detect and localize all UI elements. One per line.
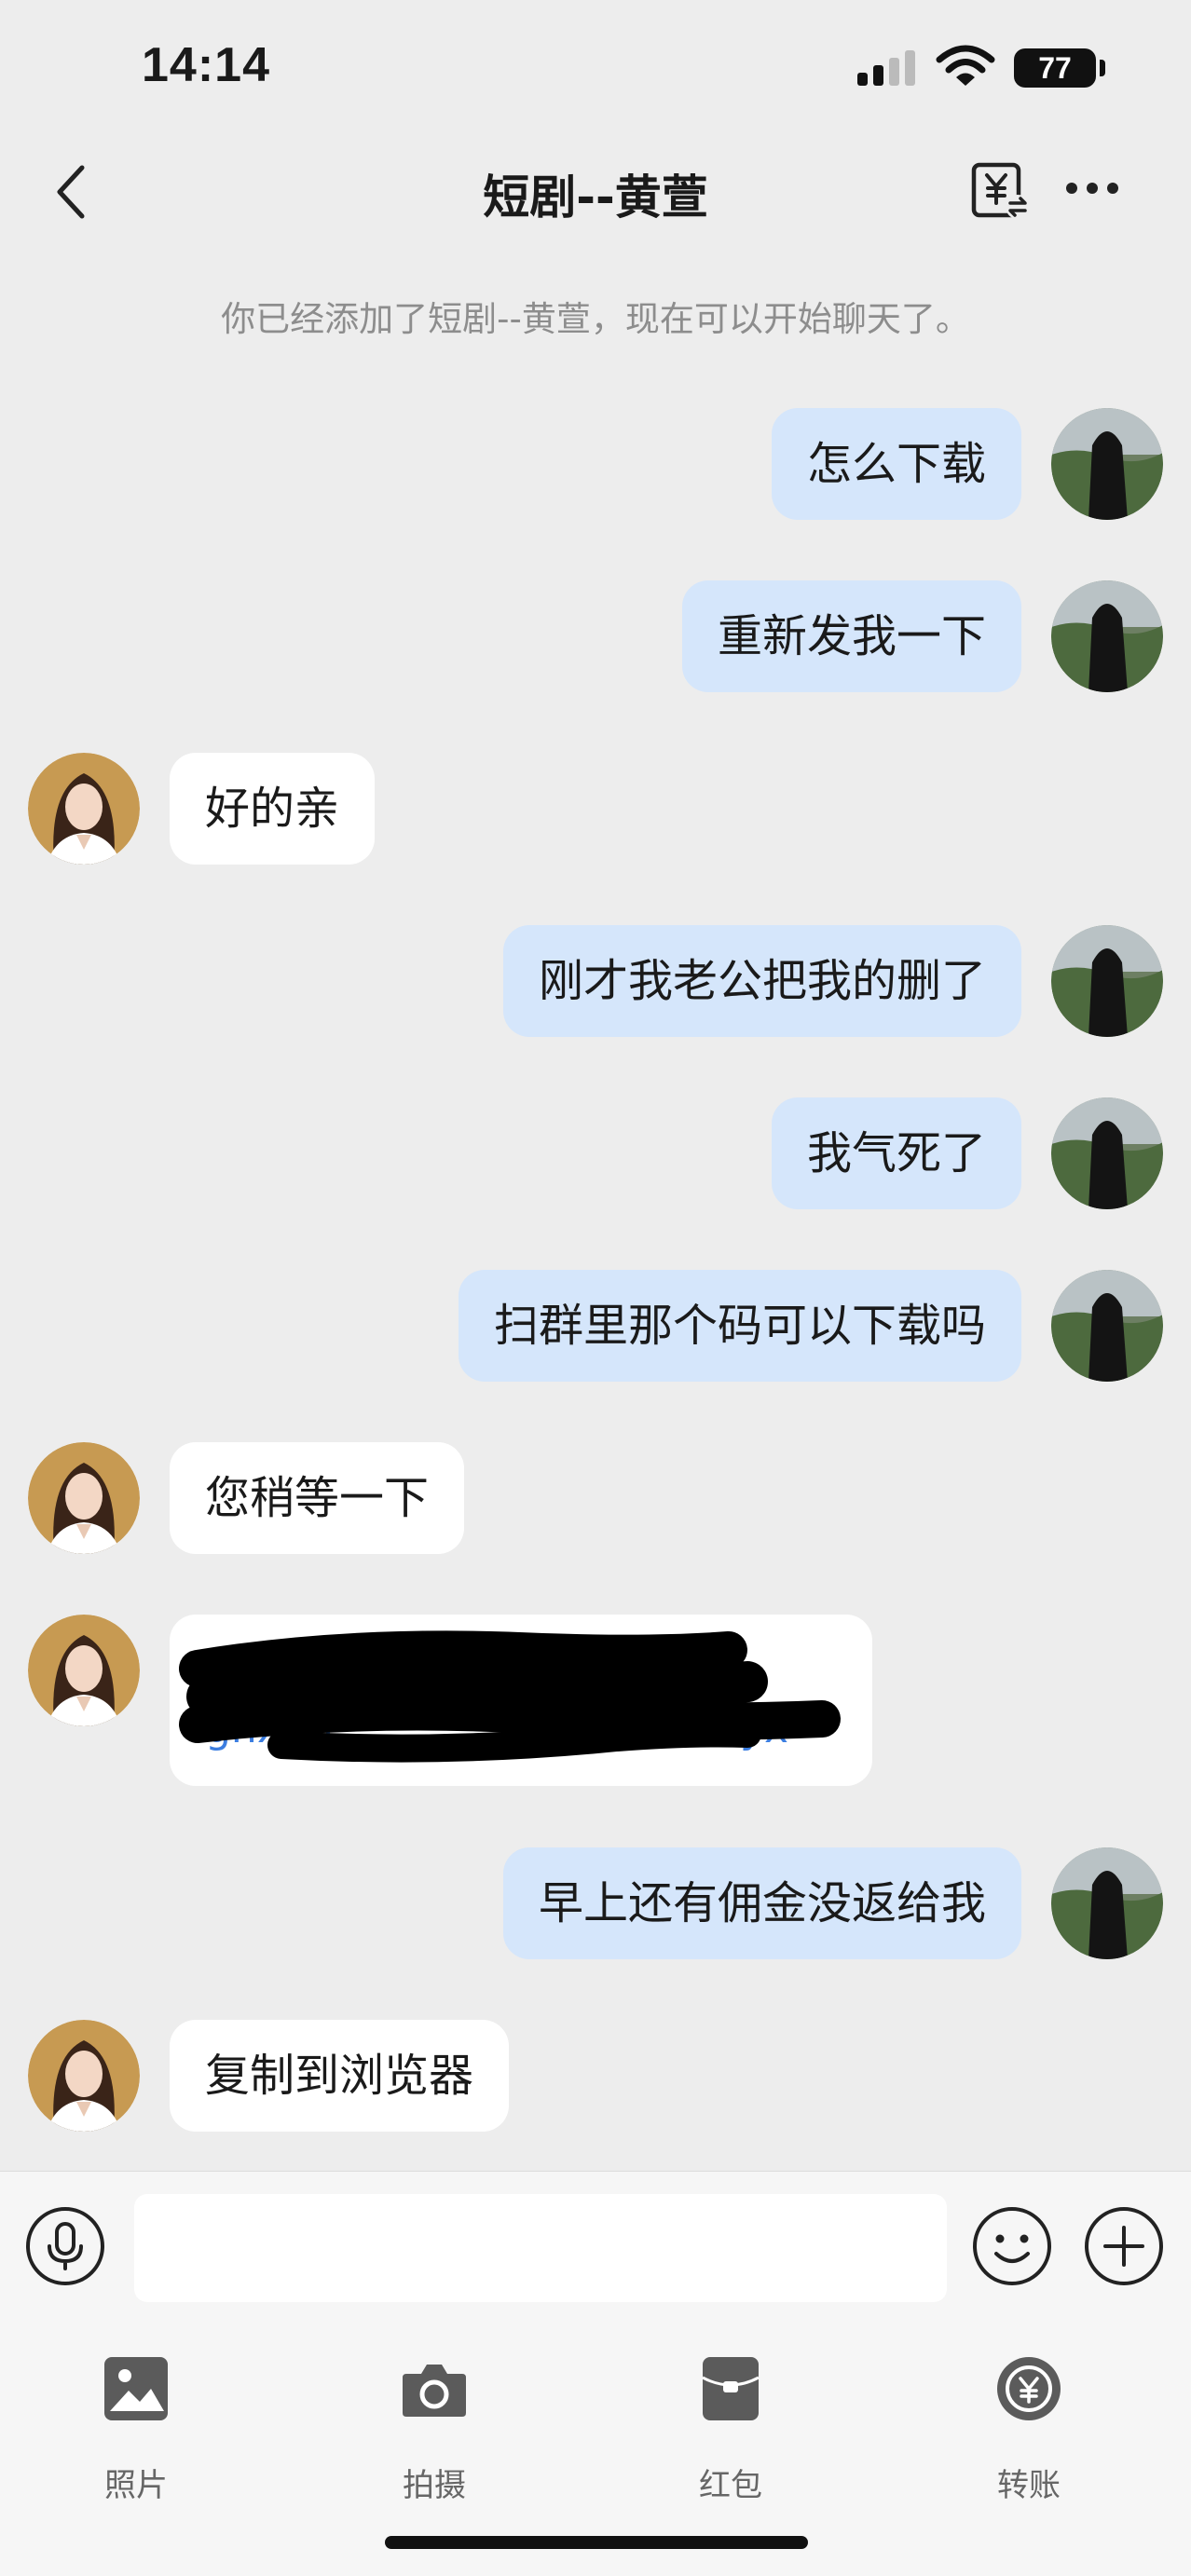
message-row: 您稍等一下	[0, 1442, 1191, 1556]
my-avatar-image	[1051, 408, 1163, 520]
my-avatar[interactable]	[1051, 1270, 1163, 1382]
redaction-scribble	[179, 1630, 841, 1763]
transfer-yuan-icon	[997, 2357, 1061, 2420]
sent-message-bubble[interactable]: 我气死了	[771, 1097, 1021, 1209]
contact-avatar-image	[28, 1442, 140, 1554]
cellular-signal-icon	[857, 50, 915, 86]
message-input[interactable]	[134, 2194, 947, 2302]
contact-avatar[interactable]	[28, 2020, 140, 2132]
toolbar-photo-label: 照片	[104, 2467, 168, 2504]
received-message-bubble[interactable]: 您稍等一下	[170, 1442, 465, 1554]
sent-message-bubble[interactable]: 重新发我一下	[681, 580, 1021, 692]
red-packet-icon	[702, 2357, 760, 2420]
contact-avatar-image	[28, 1615, 140, 1726]
contact-avatar[interactable]	[28, 753, 140, 865]
my-avatar-image	[1051, 1270, 1163, 1382]
battery-tip	[1100, 60, 1105, 76]
toolbar-transfer[interactable]: 转账	[936, 2338, 1122, 2504]
microphone-icon[interactable]	[24, 2205, 106, 2287]
my-avatar[interactable]	[1051, 580, 1163, 692]
status-time: 14:14	[142, 38, 270, 92]
camera-icon	[403, 2365, 466, 2417]
received-message-bubble[interactable]: 好的亲	[170, 753, 376, 865]
status-bar: 14:14 77	[0, 0, 1191, 140]
toolbar-camera-label: 拍摄	[403, 2467, 466, 2504]
battery-indicator: 77	[1014, 48, 1096, 88]
attachment-toolbar: 照片 拍摄 红包 转账	[0, 2320, 1191, 2576]
message-row: 好的亲	[0, 753, 1191, 866]
toolbar-red-packet-label: 红包	[699, 2467, 762, 2504]
received-link-bubble[interactable]: h gnx9h yx	[170, 1615, 872, 1786]
toolbar-red-packet[interactable]: 红包	[637, 2338, 824, 2504]
photo-icon	[104, 2357, 168, 2420]
sent-message-bubble[interactable]: 怎么下载	[771, 408, 1021, 520]
message-row: 怎么下载	[0, 408, 1191, 522]
message-row: 重新发我一下	[0, 580, 1191, 694]
message-row: 复制到浏览器	[0, 2020, 1191, 2133]
toolbar-transfer-label: 转账	[997, 2467, 1061, 2504]
emoji-icon[interactable]	[971, 2205, 1053, 2287]
toolbar-camera[interactable]: 拍摄	[341, 2338, 527, 2504]
input-bar	[0, 2171, 1191, 2321]
my-avatar[interactable]	[1051, 1847, 1163, 1959]
my-avatar-image	[1051, 1847, 1163, 1959]
my-avatar[interactable]	[1051, 408, 1163, 520]
my-avatar-image	[1051, 1097, 1163, 1209]
yuan-transfer-icon[interactable]	[969, 160, 1031, 222]
message-row: 我气死了	[0, 1097, 1191, 1211]
message-row: 早上还有佣金没返给我	[0, 1847, 1191, 1961]
sent-message-bubble[interactable]: 扫群里那个码可以下载吗	[458, 1270, 1021, 1382]
my-avatar[interactable]	[1051, 1097, 1163, 1209]
home-indicator[interactable]	[385, 2536, 808, 2549]
contact-avatar[interactable]	[28, 1442, 140, 1554]
sent-message-bubble[interactable]: 早上还有佣金没返给我	[502, 1847, 1021, 1959]
contact-avatar-image	[28, 2020, 140, 2132]
my-avatar-image	[1051, 580, 1163, 692]
message-row: 刚才我老公把我的删了	[0, 925, 1191, 1039]
my-avatar-image	[1051, 925, 1163, 1037]
received-message-bubble[interactable]: 复制到浏览器	[170, 2020, 510, 2132]
contact-avatar[interactable]	[28, 1615, 140, 1726]
contact-avatar-image	[28, 753, 140, 865]
message-row: 扫群里那个码可以下载吗	[0, 1270, 1191, 1383]
message-row: h gnx9h yx	[0, 1615, 1191, 1786]
toolbar-photo[interactable]: 照片	[43, 2338, 229, 2504]
sent-message-bubble[interactable]: 刚才我老公把我的删了	[502, 925, 1021, 1037]
plus-icon[interactable]	[1083, 2205, 1165, 2287]
system-notice: 你已经添加了短剧--黄萱，现在可以开始聊天了。	[221, 299, 970, 339]
nav-bar: 短剧--黄萱	[0, 140, 1191, 242]
my-avatar[interactable]	[1051, 925, 1163, 1037]
wifi-icon	[936, 45, 995, 86]
more-options-icon[interactable]	[1064, 179, 1120, 198]
